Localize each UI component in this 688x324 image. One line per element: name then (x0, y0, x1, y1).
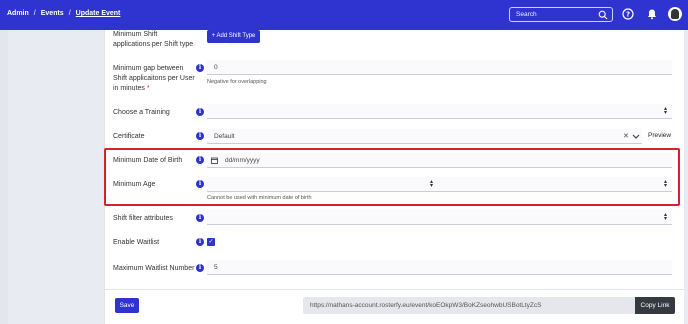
select-arrows-icon: ▴ ▾ (663, 179, 667, 189)
info-icon[interactable]: i (196, 156, 204, 164)
select-arrows-icon: ▴ ▾ (429, 179, 433, 189)
shift-applications-label: Minimum Shift applications per Shift typ… (113, 31, 194, 48)
min-gap-label: Minimum gap between Shift applicaitons p… (113, 64, 199, 94)
info-icon[interactable]: i (196, 238, 204, 246)
event-url-field[interactable]: https://nathans-account.rosterfy.eu/even… (303, 297, 636, 314)
max-waitlist-value: 5 (214, 264, 218, 271)
breadcrumb: Admin / Events / Update Event (7, 10, 120, 17)
svg-text:?: ? (626, 11, 630, 19)
preview-button[interactable]: Preview (648, 132, 671, 139)
event-url-text: https://nathans-account.rosterfy.eu/even… (310, 302, 542, 309)
save-button[interactable]: Save (115, 298, 139, 313)
help-icon[interactable]: ? (622, 8, 634, 20)
add-shift-type-button[interactable]: + Add Shift Type (207, 30, 260, 43)
max-waitlist-label: Maximum Waitlist Number (113, 265, 195, 272)
certificate-select[interactable]: Default ✕ (207, 129, 642, 144)
breadcrumb-separator: / (33, 10, 36, 17)
breadcrumb-admin[interactable]: Admin (7, 10, 29, 17)
training-label: Choose a Training (113, 109, 170, 116)
max-waitlist-input[interactable]: 5 (207, 260, 672, 275)
select-arrows-icon: ▴ ▾ (663, 106, 667, 116)
clear-icon[interactable]: ✕ (623, 132, 629, 140)
shift-filter-select[interactable]: ▴ ▾ (207, 210, 672, 225)
shift-filter-label: Shift filter attributes (113, 215, 173, 222)
certificate-label: Certificate (113, 133, 145, 140)
training-select[interactable]: ▴ ▾ (207, 104, 672, 119)
certificate-value: Default (214, 133, 235, 140)
search-icon[interactable] (598, 10, 608, 20)
footer-divider (104, 289, 684, 290)
min-age-label: Minimum Age (113, 181, 156, 188)
waitlist-label: Enable Waitlist (113, 239, 160, 246)
info-icon[interactable]: i (196, 264, 204, 272)
info-icon[interactable]: i (196, 214, 204, 222)
info-icon[interactable]: i (196, 64, 204, 72)
min-gap-help: Negative for overlapping (207, 79, 267, 85)
search-input[interactable]: Search (509, 7, 613, 22)
min-age-help: Cannot be used with minimum date of birt… (207, 195, 312, 201)
copy-link-button[interactable]: Copy Link (635, 297, 675, 314)
min-gap-input[interactable]: 0 (207, 60, 672, 75)
info-icon[interactable]: i (196, 132, 204, 140)
bell-icon[interactable] (646, 8, 658, 20)
min-age-value-select[interactable]: ▴ ▾ (437, 177, 672, 192)
breadcrumb-events[interactable]: Events (41, 10, 64, 17)
top-navbar: Admin / Events / Update Event Search ? (0, 0, 688, 30)
left-gutter (0, 30, 8, 324)
min-gap-label-text: Minimum gap between Shift applicaitons p… (113, 65, 195, 92)
required-mark: * (146, 85, 150, 92)
calendar-icon[interactable] (211, 157, 218, 164)
search-placeholder: Search (516, 11, 537, 18)
min-gap-value: 0 (214, 64, 218, 71)
select-arrows-icon: ▴ ▾ (663, 212, 667, 222)
waitlist-checkbox[interactable]: ✓ (207, 238, 215, 246)
chevron-down-icon[interactable] (632, 133, 640, 140)
min-age-operator-select[interactable]: ▴ ▾ (207, 177, 437, 192)
min-dob-input[interactable]: dd/mm/yyyy (207, 153, 672, 168)
breadcrumb-current[interactable]: Update Event (76, 10, 121, 17)
breadcrumb-separator: / (68, 10, 71, 17)
avatar[interactable] (668, 7, 682, 21)
min-dob-label: Minimum Date of Birth (113, 157, 183, 164)
info-icon[interactable]: i (196, 108, 204, 116)
min-dob-placeholder: dd/mm/yyyy (225, 157, 260, 164)
info-icon[interactable]: i (196, 180, 204, 188)
